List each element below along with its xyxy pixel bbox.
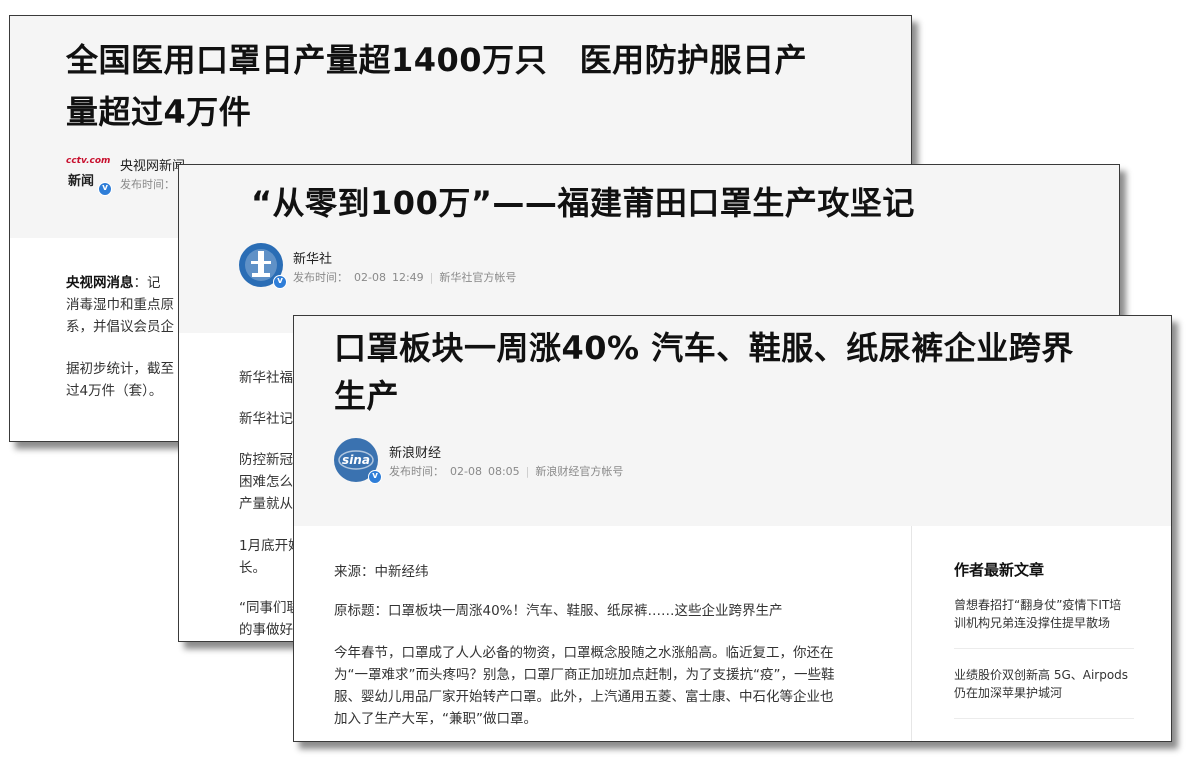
logo-news-text: 新闻 (68, 174, 95, 189)
publish-meta: 发布时间： (120, 176, 181, 192)
article-title[interactable]: 口罩板块一周涨40% 汽车、鞋服、纸尿裤企业跨界 生产 (334, 324, 1154, 420)
account-type: 新华社官方帐号 (439, 271, 517, 284)
link-line: 曾想春招打“翻身仗”疫情下IT培 (954, 598, 1122, 612)
para-text: “同事们联 (239, 600, 300, 616)
author-name[interactable]: 新华社 (293, 248, 332, 267)
para-text: 据初步统计，截至 (66, 361, 174, 377)
body-line: 加入了生产大军，“兼职”做口罩。 (334, 711, 537, 727)
title-line: 口罩板块一周涨40% 汽车、鞋服、纸尿裤企业跨界 (334, 329, 1074, 367)
para-text: 长。 (239, 560, 266, 576)
publish-date: 02-08 (354, 271, 386, 284)
article-body: 今年春节，口罩成了人人必备的物资，口罩概念股随之水涨船高。临近复工，你还在 为“… (334, 642, 834, 730)
article-title[interactable]: “从零到100万”——福建莆田口罩生产攻坚记 (251, 177, 915, 229)
meta-separator: | (429, 271, 434, 284)
verified-icon: v (98, 182, 112, 196)
account-type: 新浪财经官方帐号 (535, 465, 624, 478)
meta-separator: | (525, 465, 530, 478)
link-line: 业绩股价双创新高 5G、Airpods (954, 668, 1129, 682)
publish-meta: 发布时间： 02-08 08:05 | 新浪财经官方帐号 (389, 463, 629, 479)
para-text: 消毒湿巾和重点原 (66, 297, 174, 313)
para-text: 过4万件（套）。 (66, 383, 163, 399)
publish-time-label: 发布时间： (120, 178, 175, 191)
sina-logo-icon[interactable]: sina v (334, 438, 382, 484)
para-text: 防控新冠 (239, 452, 293, 468)
sidebar-title: 作者最新文章 (954, 561, 1045, 579)
sidebar-separator (954, 648, 1134, 649)
article-paragraph: 央视网消息：记 消毒湿巾和重点原 系，并倡议会员企 (66, 272, 174, 338)
title-line: 量超过4万件 (66, 93, 252, 131)
cctv-logo-icon[interactable]: cctv.com 新闻 v (66, 156, 112, 200)
body-line: 为“一罩难求”而头疼吗？别急，口罩厂商正加班加点赶制，为了支援抗“疫”，一些鞋 (334, 667, 835, 683)
para-text: 的事做好 (239, 622, 293, 638)
article-paragraph: 据初步统计，截至 过4万件（套）。 (66, 358, 174, 402)
para-text: 新华社记 (239, 411, 293, 427)
sidebar-article-link[interactable]: 曾想春招打“翻身仗”疫情下IT培 训机构兄弟连没撑住提早散场 (954, 596, 1121, 632)
sidebar-divider (911, 526, 912, 741)
publish-time-label: 发布时间： (389, 465, 444, 478)
author-name[interactable]: 央视网新闻 (120, 155, 185, 174)
source-bold: 央视网消息 (66, 275, 134, 291)
para-text: ：记 (133, 275, 161, 291)
article-title[interactable]: 全国医用口罩日产量超1400万只 医用防护服日产 量超过4万件 (66, 34, 886, 138)
verified-icon: v (273, 275, 287, 289)
link-line: 仍在加深苹果护城河 (954, 686, 1063, 700)
title-line: 生产 (334, 377, 400, 415)
link-line: 训机构兄弟连没撑住提早散场 (954, 616, 1111, 630)
para-text: 困难怎么 (239, 474, 293, 490)
author-name[interactable]: 新浪财经 (389, 442, 441, 461)
publish-time: 08:05 (487, 465, 520, 478)
original-title: 原标题：口罩板块一周涨40%！汽车、鞋服、纸尿裤……这些企业跨界生产 (334, 603, 783, 619)
svg-text:sina: sina (342, 453, 370, 467)
article-source: 来源：中新经纬 (334, 564, 429, 580)
logo-brand-text: cctv.com (66, 156, 111, 166)
sidebar-article-link[interactable]: 业绩股价双创新高 5G、Airpods 仍在加深苹果护城河 (954, 666, 1128, 702)
para-text: 系，并倡议会员企 (66, 319, 174, 335)
publish-date: 02-08 (450, 465, 482, 478)
publish-meta: 发布时间： 02-08 12:49 | 新华社官方帐号 (293, 269, 522, 285)
publish-time-label: 发布时间： (293, 271, 348, 284)
xinhua-logo-icon[interactable]: v (239, 243, 287, 289)
para-text: 产量就从 (239, 496, 293, 512)
para-text: 新华社福 (239, 370, 293, 386)
title-line: 全国医用口罩日产量超1400万只 医用防护服日产 (66, 41, 808, 79)
article-card-sina: 口罩板块一周涨40% 汽车、鞋服、纸尿裤企业跨界 生产 sina v 新浪财经 … (293, 315, 1172, 742)
sidebar-separator (954, 718, 1134, 719)
verified-icon: v (368, 470, 382, 484)
body-line: 今年春节，口罩成了人人必备的物资，口罩概念股随之水涨船高。临近复工，你还在 (334, 645, 834, 661)
body-line: 服、婴幼儿用品厂家开始转产口罩。此外，上汽通用五菱、富士康、中石化等企业也 (334, 689, 834, 705)
publish-time: 12:49 (391, 271, 424, 284)
